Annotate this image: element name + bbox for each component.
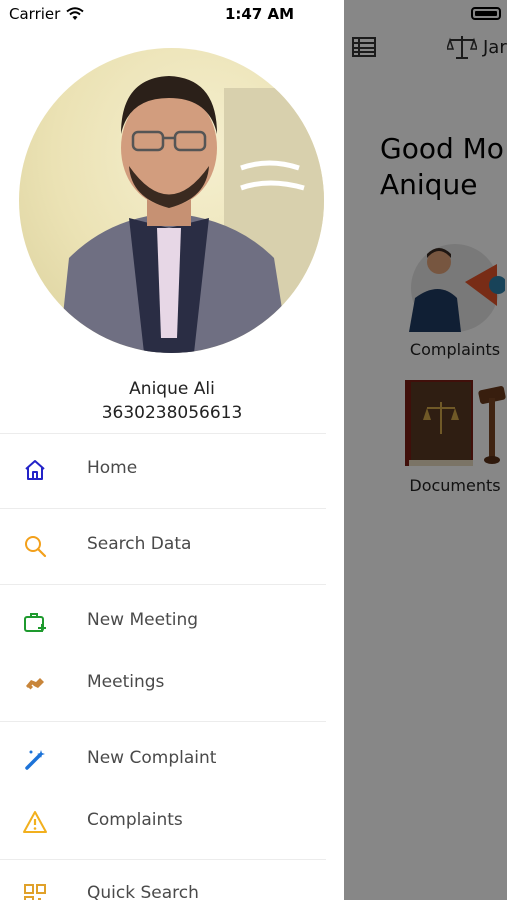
menu-item-meetings[interactable]: Meetings [0,657,326,709]
menu-item-new-meeting[interactable]: New Meeting [0,595,326,647]
menu-item-complaints[interactable]: Complaints [0,795,326,847]
menu-item-quick-search[interactable]: Quick Search [0,868,326,900]
warning-icon [22,809,48,835]
profile-photo [59,76,324,353]
divider [0,508,326,509]
menu-item-label: New Complaint [87,748,217,768]
menu-item-label: New Meeting [87,610,199,630]
search-icon [22,533,48,559]
menu-item-label: Complaints [87,810,183,830]
menu-item-home[interactable]: Home [0,443,326,495]
carrier-label: Carrier [9,5,61,23]
divider [0,721,326,722]
handshake-icon [22,671,48,697]
user-name: Anique Ali [129,379,215,399]
menu-item-new-complaint[interactable]: New Complaint [0,733,326,785]
status-bar: Carrier 1:47 AM [0,0,344,28]
menu-item-label: Search Data [87,534,192,554]
wifi-icon [66,7,84,20]
home-icon [22,457,48,483]
magic-wand-icon [22,747,48,773]
menu-item-search-data[interactable]: Search Data [0,519,326,571]
status-time: 1:47 AM [225,5,295,23]
menu-item-label: Meetings [87,672,165,692]
divider [0,433,326,434]
user-id-number: 3630238056613 [101,403,243,423]
avatar[interactable] [19,48,324,353]
briefcase-plus-icon [22,609,48,635]
divider [0,859,326,860]
menu-item-label: Quick Search [87,883,199,900]
navigation-drawer: Carrier 1:47 AM Anique Ali 3630238056613 [0,0,344,900]
qr-code-icon [22,882,48,900]
carrier: Carrier [9,5,84,23]
divider [0,584,326,585]
menu-item-label: Home [87,458,138,478]
